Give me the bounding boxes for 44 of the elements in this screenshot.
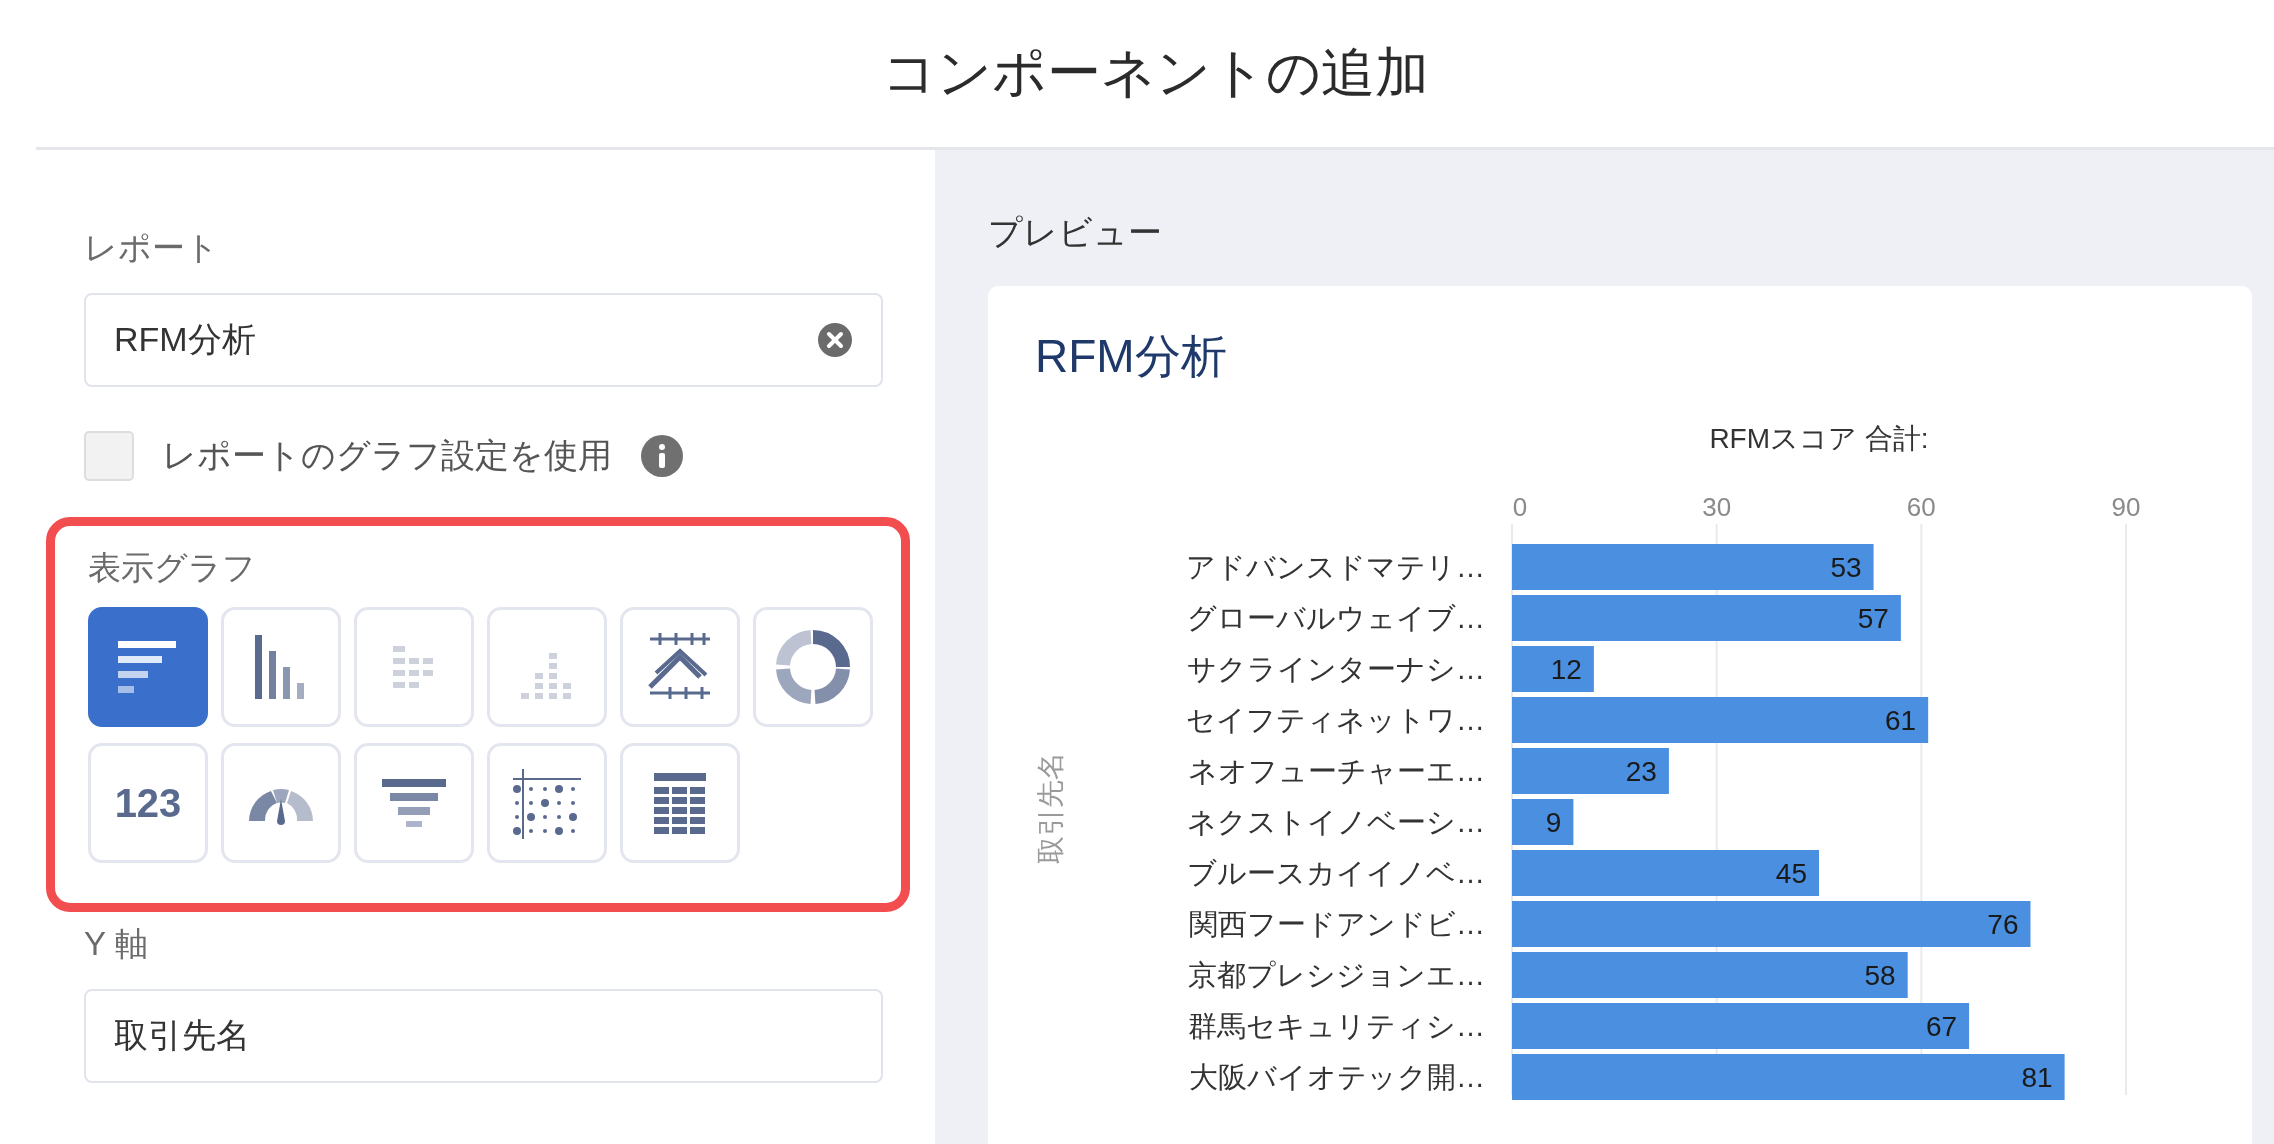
bar-value-label: 9	[1545, 807, 1562, 838]
y-axis-field[interactable]: 取引先名	[84, 989, 883, 1083]
report-field[interactable]: RFM分析	[84, 293, 883, 387]
bar-value-label: 23	[1625, 756, 1657, 787]
category-label: ブルースカイイノベ…	[1187, 857, 1485, 889]
category-label: ネクストイノベーシ…	[1187, 806, 1485, 838]
card-title: RFM分析	[1035, 329, 1228, 384]
category-label: グローバルウェイブ…	[1187, 602, 1485, 634]
bar	[1512, 799, 1574, 845]
checkbox-label: レポートのグラフ設定を使用	[162, 435, 612, 476]
y-axis-title: 取引先名	[1035, 752, 1066, 864]
bar-value-label: 45	[1775, 858, 1807, 889]
bar-value-label: 76	[1987, 909, 2019, 940]
field-label: レポート	[84, 228, 220, 268]
category-label: 大阪バイオテック開…	[1189, 1061, 1485, 1093]
preview-label: プレビュー	[988, 212, 1163, 253]
checkbox[interactable]	[84, 431, 134, 481]
clear-icon[interactable]	[817, 322, 853, 358]
category-label: セイフティネットワ…	[1186, 704, 1485, 736]
category-label: サクラインターナシ…	[1187, 653, 1485, 685]
info-icon[interactable]	[640, 434, 684, 478]
category-label: 関西フードアンドビ…	[1189, 908, 1485, 940]
x-tick-label: 90	[2111, 492, 2141, 522]
category-label: アドバンスドマテリ…	[1186, 551, 1485, 583]
bar-value-label: 53	[1830, 552, 1862, 583]
x-tick-label: 60	[1906, 492, 1936, 522]
chart-type-button[interactable]: 123	[88, 743, 208, 863]
chart-type-button[interactable]	[88, 607, 208, 727]
field-label: Y 軸	[84, 924, 149, 964]
bar-value-label: 61	[1885, 705, 1917, 736]
bar-value-label: 58	[1864, 960, 1896, 991]
field-label: 表示グラフ	[88, 548, 257, 588]
donut-chart-icon	[773, 627, 853, 707]
category-label: 京都プレシジョンエ…	[1188, 959, 1485, 991]
bar-value-label: 81	[2021, 1062, 2053, 1093]
category-label: 群馬セキュリティシ…	[1188, 1010, 1485, 1042]
x-tick-label: 30	[1702, 492, 1732, 522]
dialog-title: コンポーネントの追加	[881, 41, 1429, 104]
x-tick-label: 0	[1512, 492, 1528, 522]
bar-value-label: 57	[1857, 603, 1889, 634]
x-axis-title: RFMスコア 合計:	[1709, 423, 1929, 454]
bar-value-label: 12	[1550, 654, 1582, 685]
category-label: ネオフューチャーエ…	[1188, 755, 1485, 787]
bar-value-label: 67	[1925, 1011, 1958, 1042]
